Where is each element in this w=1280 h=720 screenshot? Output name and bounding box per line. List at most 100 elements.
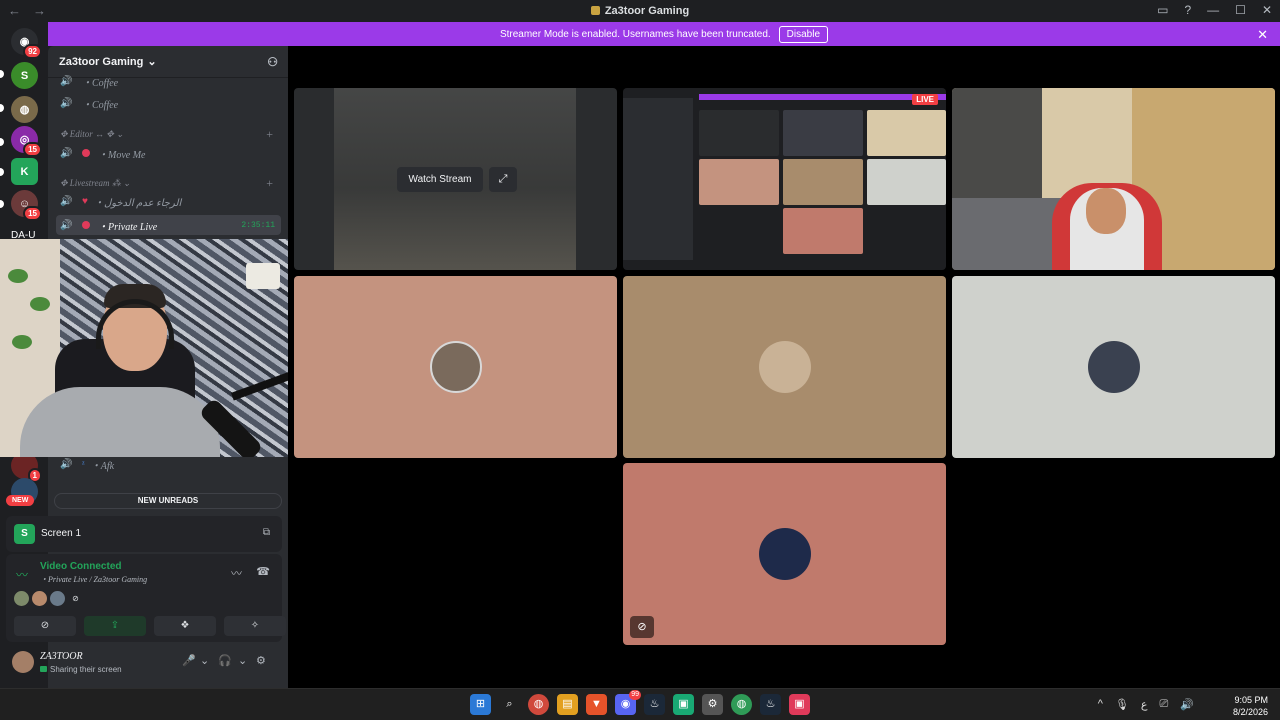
create-channel-icon[interactable]: + bbox=[266, 127, 273, 142]
disconnect-icon[interactable]: ☎ bbox=[256, 565, 270, 578]
box bbox=[246, 263, 280, 289]
server-icon[interactable]: K bbox=[11, 158, 38, 185]
channel-label: ・Afk bbox=[90, 460, 115, 472]
chrome-icon[interactable]: ◍ bbox=[528, 694, 549, 715]
noise-suppression-icon[interactable]: 〰 bbox=[231, 565, 242, 581]
user-panel: ZA3TOOR Sharing their screen 🎤 ⌄ 🎧 ⌄ ⚙ bbox=[6, 646, 282, 682]
voice-status[interactable]: Video Connected bbox=[40, 561, 122, 572]
inbox-icon[interactable]: ▭ bbox=[1157, 3, 1168, 17]
unread-pip bbox=[0, 70, 4, 78]
steam-icon[interactable]: ♨ bbox=[760, 694, 781, 715]
channel-label: ・Coffee bbox=[82, 99, 119, 111]
server-logo-icon bbox=[590, 6, 600, 15]
unread-pip bbox=[0, 168, 4, 176]
unread-badge: 15 bbox=[23, 142, 42, 157]
home-button[interactable]: ◉ 92 bbox=[11, 28, 42, 59]
participant-avatar[interactable] bbox=[50, 591, 65, 606]
close-window-button[interactable]: ✕ bbox=[1262, 3, 1272, 17]
tray-chevron-icon[interactable]: ^ bbox=[1098, 698, 1103, 711]
popout-stream-icon[interactable]: ⤢ bbox=[489, 167, 517, 192]
category-livestream[interactable]: ✥ Livestream ⁂ ⌄ + bbox=[56, 173, 281, 193]
voice-channel[interactable]: 🔊 ・Move Me bbox=[56, 143, 281, 163]
channel-label: ・Move Me bbox=[98, 149, 146, 161]
maximize-button[interactable]: ☐ bbox=[1235, 3, 1246, 17]
app-icon[interactable]: ▣ bbox=[673, 694, 694, 715]
unread-pip bbox=[0, 138, 4, 146]
new-badge[interactable]: NEW bbox=[6, 495, 35, 506]
participant-tile[interactable] bbox=[952, 276, 1275, 458]
unread-badge: 15 bbox=[23, 206, 42, 221]
brave-icon[interactable]: ▼ bbox=[586, 694, 607, 715]
popout-icon[interactable]: ⧉ bbox=[263, 527, 270, 538]
participant-tile[interactable] bbox=[294, 276, 617, 458]
watch-stream-button[interactable]: Watch Stream bbox=[397, 167, 483, 192]
server-icon[interactable]: ◍ bbox=[11, 96, 38, 123]
steam-icon[interactable]: ♨ bbox=[644, 694, 665, 715]
invite-people-icon[interactable]: ⚇ bbox=[267, 55, 278, 69]
language-indicator[interactable]: ع bbox=[1141, 698, 1148, 711]
channel-label: ・الرجاء عدم الدخول bbox=[93, 197, 182, 209]
server-icon[interactable]: S bbox=[11, 62, 38, 89]
share-screen-button[interactable]: ⇪ bbox=[84, 616, 146, 636]
webcam-overlay bbox=[0, 239, 309, 457]
participant-tile[interactable]: ⊘ bbox=[623, 463, 946, 645]
screen-preview bbox=[623, 88, 946, 270]
start-button[interactable]: ⊞ bbox=[470, 694, 491, 715]
search-icon[interactable]: ⌕ bbox=[499, 694, 520, 715]
voice-location[interactable]: ・Private Live / Za3toor Gaming bbox=[40, 574, 147, 585]
screen-app-icon: S bbox=[14, 524, 35, 544]
server-icon[interactable]: ☺ 15 bbox=[11, 190, 42, 221]
user-status: Sharing their screen bbox=[40, 665, 122, 674]
settings-icon[interactable]: ⚙ bbox=[702, 694, 723, 715]
screen-share-panel: S Screen 1 ⧉ bbox=[6, 516, 282, 552]
participant-tile[interactable] bbox=[623, 276, 946, 458]
help-icon[interactable]: ? bbox=[1184, 3, 1191, 17]
heart-icon: ♥ bbox=[82, 195, 88, 207]
participant-avatar[interactable] bbox=[14, 591, 29, 606]
voice-channel-active[interactable]: 🔊 ・Private Live 2:35:11 bbox=[56, 215, 281, 235]
store-icon[interactable]: ▤ bbox=[557, 694, 578, 715]
voice-channel[interactable]: 🔊 ・Coffee bbox=[56, 71, 281, 91]
server-icon[interactable]: ◎ 15 bbox=[11, 126, 42, 157]
camera-tile[interactable] bbox=[952, 88, 1275, 270]
discord-icon[interactable]: ◉ 99 bbox=[615, 690, 641, 715]
stream-tile-screen[interactable]: LIVE bbox=[623, 88, 946, 270]
create-channel-icon[interactable]: + bbox=[266, 176, 273, 191]
voice-channel[interactable]: 🔊 ・Coffee bbox=[56, 93, 281, 113]
headset-icon[interactable]: 🎧 bbox=[218, 654, 232, 667]
unread-badge: 92 bbox=[23, 44, 42, 59]
chrome-icon[interactable]: ◍ bbox=[731, 694, 752, 715]
voice-channel[interactable]: 🔊 ᶻ ・Afk bbox=[56, 454, 281, 474]
avatar bbox=[429, 341, 482, 393]
speaker-icon: 🔊 bbox=[60, 147, 73, 159]
chevron-down-icon[interactable]: ⌄ bbox=[200, 654, 209, 667]
mic-icon[interactable]: 🎙 bbox=[1115, 698, 1129, 711]
category-editor[interactable]: ✥ Editor ↔ ✥ ⌄ + bbox=[56, 124, 281, 144]
stream-tile-game[interactable]: Watch Stream ⤢ bbox=[294, 88, 617, 270]
new-unreads-bar[interactable]: NEW UNREADS bbox=[54, 493, 282, 509]
taskbar: ⊞ ⌕ ◍ ▤ ▼ ◉ 99 ♨ ▣ ⚙ ◍ ♨ ▣ ^ 🎙 ع ⎚ 🔊 9:05… bbox=[0, 688, 1280, 720]
volume-icon[interactable]: 🔊 bbox=[1180, 698, 1194, 711]
camera-off-button[interactable]: ⊘ bbox=[14, 616, 76, 636]
settings-gear-icon[interactable]: ⚙ bbox=[256, 654, 266, 667]
mic-icon[interactable]: 🎤 bbox=[182, 654, 196, 667]
speaker-icon: 🔊 bbox=[60, 97, 73, 109]
soundboard-button[interactable]: ✧ bbox=[224, 616, 286, 636]
app-icon[interactable]: ▣ bbox=[789, 694, 810, 715]
chevron-down-icon[interactable]: ⌄ bbox=[238, 654, 247, 667]
participant-avatar[interactable] bbox=[32, 591, 47, 606]
avatar[interactable] bbox=[12, 651, 34, 673]
video-grid: Watch Stream ⤢ LIVE ⊘ bbox=[288, 46, 1280, 688]
disable-button[interactable]: Disable bbox=[778, 25, 829, 43]
close-banner-icon[interactable]: ✕ bbox=[1257, 27, 1268, 43]
clock[interactable]: 9:05 PM 8/2/2026 bbox=[1233, 694, 1268, 718]
call-timer: 2:35:11 bbox=[241, 220, 275, 230]
username[interactable]: ZA3TOOR bbox=[40, 651, 83, 662]
minimize-button[interactable]: — bbox=[1207, 3, 1219, 17]
speaker-icon: 🔊 bbox=[60, 195, 73, 207]
display-icon[interactable]: ⎚ bbox=[1159, 698, 1168, 711]
avatar bbox=[758, 341, 811, 393]
signal-icon[interactable]: 〰 bbox=[16, 566, 28, 583]
voice-channel[interactable]: 🔊 ♥ ・الرجاء عدم الدخول bbox=[56, 191, 281, 211]
activities-button[interactable]: ❖ bbox=[154, 616, 216, 636]
